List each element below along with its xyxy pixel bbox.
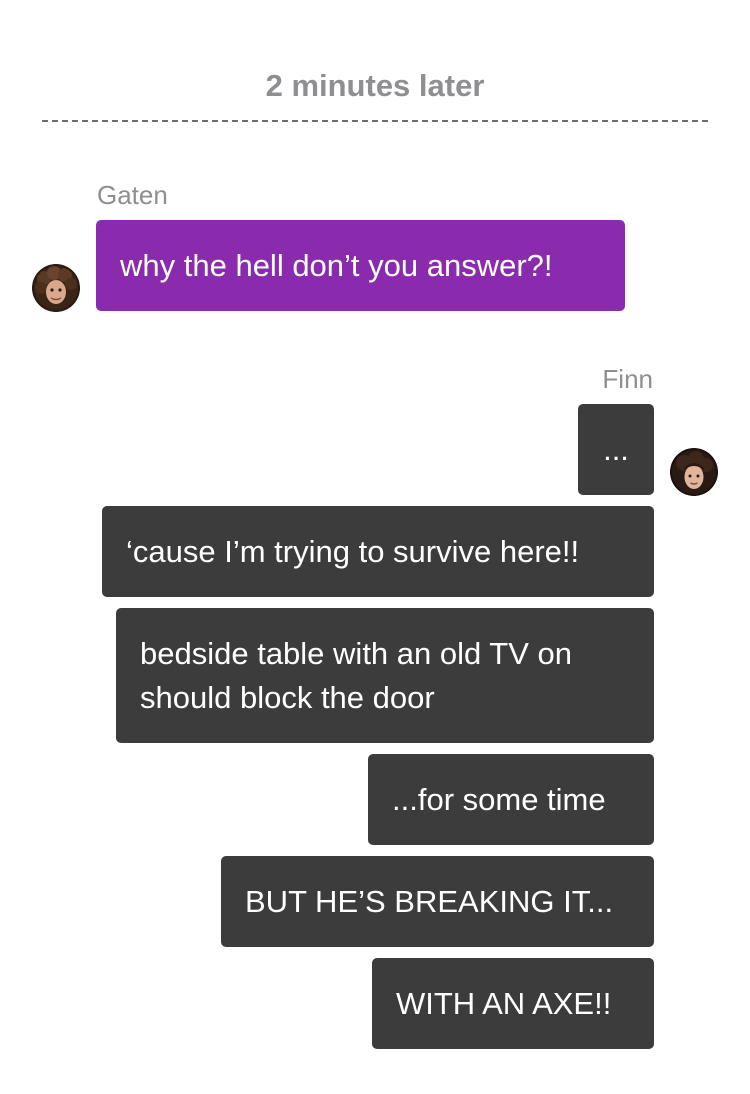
gaten-avatar-icon[interactable] bbox=[32, 264, 80, 312]
message-bubble[interactable]: BUT HE’S BREAKING IT... bbox=[221, 856, 654, 947]
message-bubble[interactable]: why the hell don’t you answer?! bbox=[96, 220, 625, 311]
time-divider-line bbox=[42, 120, 708, 122]
finn-avatar-icon[interactable] bbox=[670, 448, 718, 496]
sender-name-gaten: Gaten bbox=[97, 180, 168, 210]
message-bubble[interactable]: WITH AN AXE!! bbox=[372, 958, 654, 1049]
message-bubble[interactable]: ‘cause I’m trying to survive here!! bbox=[102, 506, 654, 597]
message-bubble[interactable]: ...for some time bbox=[368, 754, 654, 845]
time-divider-label: 2 minutes later bbox=[265, 68, 485, 103]
sender-name-finn: Finn bbox=[602, 364, 653, 394]
message-bubble[interactable]: ... bbox=[578, 404, 654, 495]
message-bubble[interactable]: bedside table with an old TV on should b… bbox=[116, 608, 654, 743]
